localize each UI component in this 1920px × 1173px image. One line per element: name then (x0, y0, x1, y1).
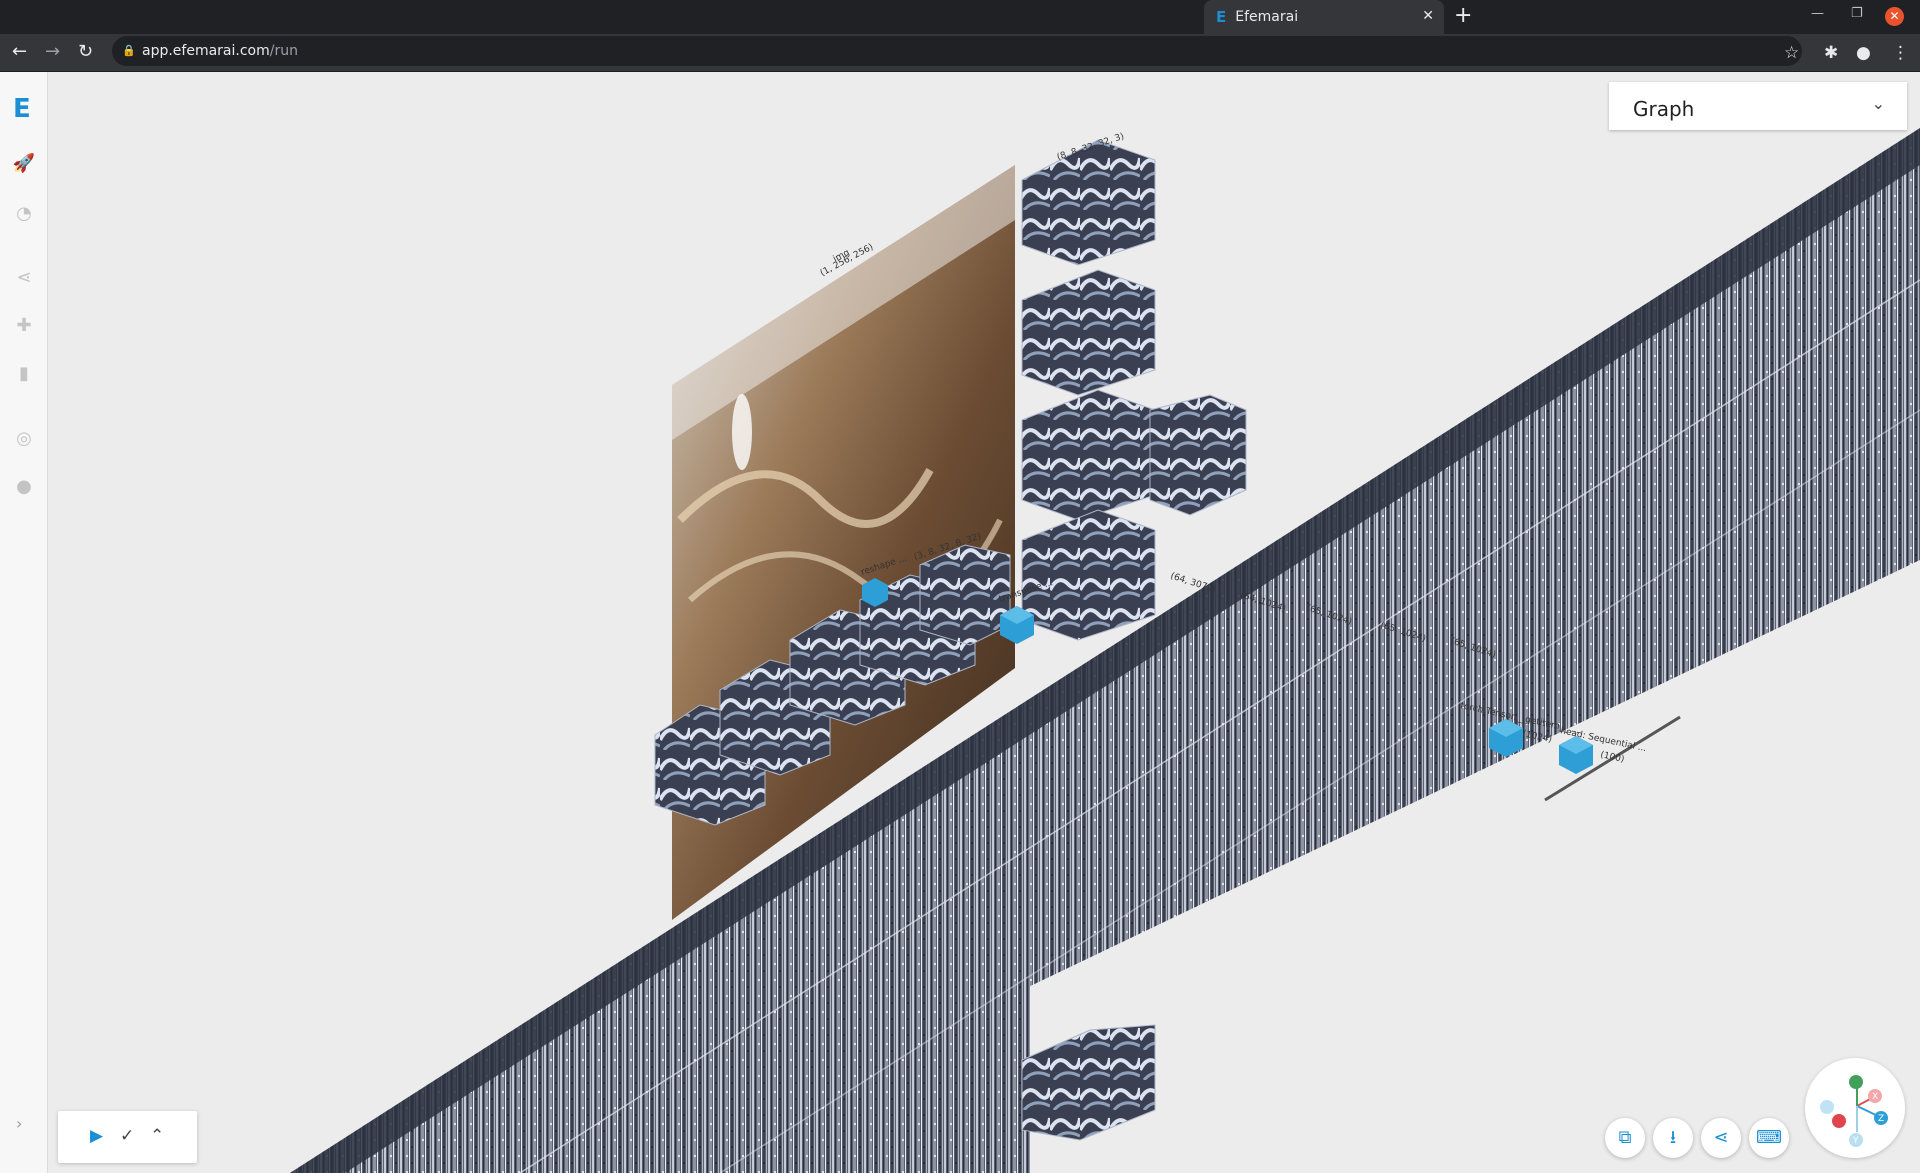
profile-icon[interactable]: ● (1856, 43, 1871, 63)
extensions-icon[interactable]: ✱ (1824, 43, 1838, 63)
url-path: /run (269, 43, 298, 59)
browser-tab[interactable]: E Efemarai ✕ (1204, 0, 1444, 34)
minimize-icon[interactable]: — (1811, 6, 1824, 21)
chevron-down-icon: ⌄ (1871, 94, 1885, 113)
window-close-icon[interactable]: ✕ (1885, 7, 1904, 26)
lock-icon: 🔒 (122, 44, 136, 57)
label-shape-64: (64, 3072) (1169, 571, 1217, 595)
axis-gizmo-icon: X Z Y (1820, 1075, 1888, 1147)
svg-text:Z: Z (1878, 1114, 1884, 1124)
check-icon[interactable]: ✓ (120, 1126, 134, 1146)
puzzle-icon[interactable]: ✚ (12, 314, 36, 338)
view-mode-value: Graph (1633, 97, 1695, 121)
tab-title: Efemarai (1235, 9, 1299, 25)
restore-icon[interactable]: ❐ (1851, 6, 1863, 21)
browser-menu-icon[interactable]: ⋮ (1892, 43, 1909, 63)
url-bar[interactable]: 🔒 app.efemarai.com/run (112, 36, 1802, 66)
bookmark-star-icon[interactable]: ☆ (1784, 43, 1799, 63)
tab-close-icon[interactable]: ✕ (1422, 8, 1434, 24)
download-icon[interactable]: ⭳ (1653, 1118, 1693, 1158)
gauge-icon[interactable]: ◔ (12, 202, 36, 226)
graph-canvas[interactable]: img (1, 256, 256) (8, 8, 32, 32, 3) resh… (48, 72, 1920, 1173)
back-icon[interactable]: ← (12, 42, 27, 62)
keyboard-icon[interactable]: ⌨ (1749, 1118, 1789, 1158)
svg-text:Y: Y (1852, 1136, 1859, 1146)
rocket-icon[interactable]: 🚀 (12, 152, 36, 176)
url-domain: app.efemarai.com (142, 43, 270, 59)
forward-icon[interactable]: → (45, 42, 60, 62)
book-icon[interactable]: ▮ (12, 362, 36, 386)
browser-toolbar: ← → ↻ 🔒 app.efemarai.com/run ☆ ✱ ● ⋮ (0, 34, 1920, 72)
app-sidebar: E 🚀 ◔ ⋖ ✚ ▮ ◎ ● › (0, 72, 48, 1173)
share-icon[interactable]: ⋖ (1701, 1118, 1741, 1158)
play-icon[interactable]: ▶ (90, 1126, 103, 1146)
view-mode-select[interactable]: Graph ⌄ (1609, 82, 1907, 130)
user-icon[interactable]: ● (12, 475, 36, 499)
chevron-up-icon[interactable]: ⌃ (150, 1126, 164, 1146)
share-icon[interactable]: ⋖ (12, 266, 36, 290)
svg-text:X: X (1872, 1092, 1878, 1102)
reload-icon[interactable]: ↻ (78, 42, 93, 62)
axis-gizmo[interactable]: X Z Y (1805, 1058, 1905, 1158)
expand-sidebar-icon[interactable]: › (16, 1114, 22, 1133)
playback-controls: ▶ ✓ ⌃ (58, 1111, 197, 1163)
tab-favicon-icon: E (1216, 8, 1227, 26)
new-tab-button[interactable]: + (1454, 4, 1472, 28)
graph-3d-view: img (1, 256, 256) (8, 8, 32, 32, 3) resh… (290, 128, 1920, 1173)
open-in-new-icon[interactable]: ⧉ (1605, 1118, 1645, 1158)
efemarai-logo[interactable]: E (13, 94, 31, 124)
lifebuoy-icon[interactable]: ◎ (12, 427, 36, 451)
browser-tab-bar: E Efemarai ✕ + — ❐ ✕ (0, 0, 1920, 34)
